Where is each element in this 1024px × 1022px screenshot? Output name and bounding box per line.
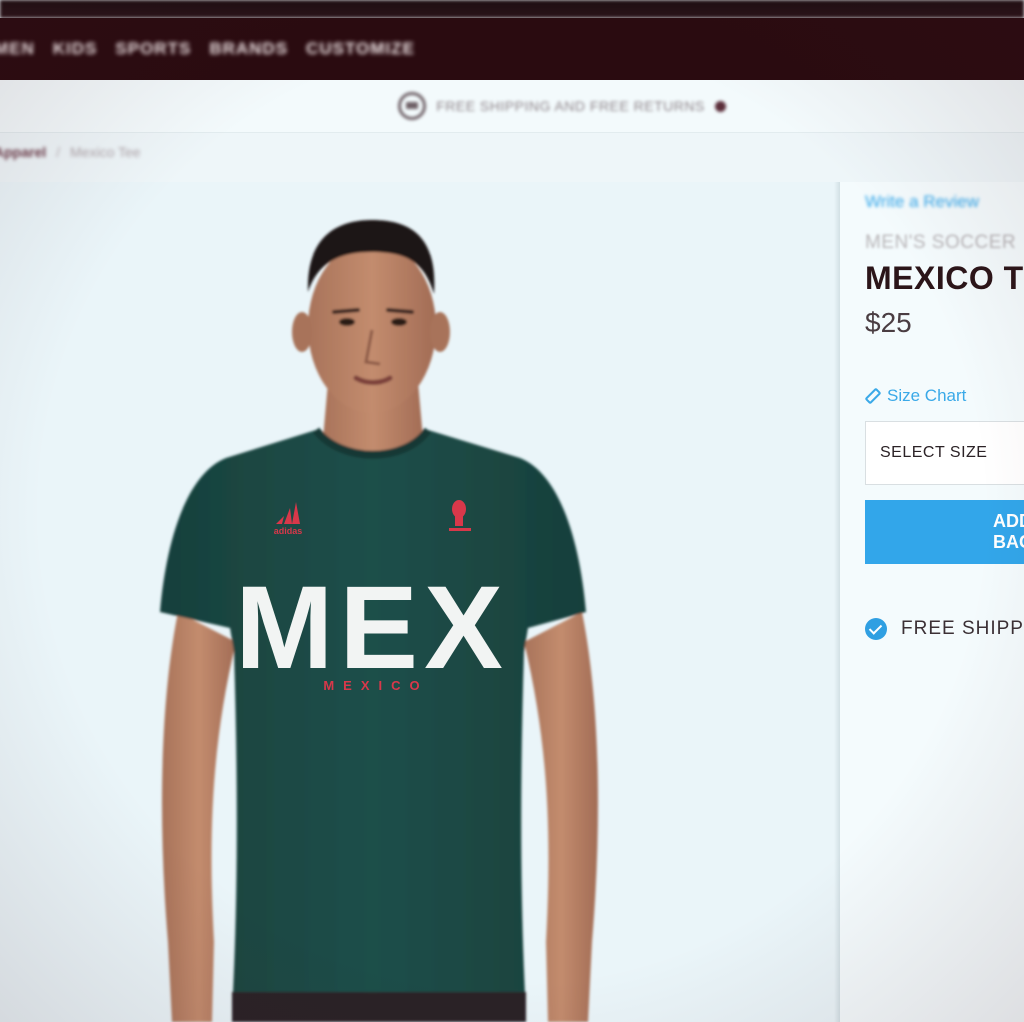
promo-banner: FREE SHIPPING AND FREE RETURNS: [0, 80, 1024, 133]
top-navigation: MEN KIDS SPORTS BRANDS CUSTOMIZE: [0, 18, 1024, 80]
size-chart-label: Size Chart: [887, 386, 967, 405]
free-shipping-note: FREE SHIPPING: [865, 618, 1024, 640]
product-photo: MEX MEXICO adidas: [160, 220, 598, 1022]
ruler-icon: [864, 387, 882, 405]
nav-item-brands[interactable]: BRANDS: [209, 39, 288, 59]
promo-text: FREE SHIPPING AND FREE RETURNS: [436, 98, 705, 114]
size-select-dropdown[interactable]: SELECT SIZE: [865, 421, 1024, 485]
breadcrumb-separator: /: [56, 144, 61, 160]
shipping-truck-icon: [398, 92, 427, 120]
nav-item-customize[interactable]: CUSTOMIZE: [306, 39, 415, 59]
nav-item-kids[interactable]: KIDS: [53, 39, 98, 59]
nav-menu: MEN KIDS SPORTS BRANDS CUSTOMIZE: [0, 39, 415, 59]
adidas-logo-text: adidas: [274, 526, 303, 536]
nav-item-sports[interactable]: SPORTS: [115, 39, 191, 59]
breadcrumb: Apparel / Mexico Tee: [0, 144, 141, 160]
checkmark-icon: [865, 618, 887, 640]
free-shipping-label: FREE SHIPPING: [901, 618, 1024, 639]
info-icon[interactable]: [714, 100, 726, 112]
product-info-panel: Write a Review MEN'S SOCCER MEXICO TEE $…: [840, 182, 1024, 1022]
product-image-area: MEX MEXICO adidas: [0, 182, 840, 1022]
breadcrumb-parent[interactable]: Apparel: [0, 144, 46, 160]
product-title: MEXICO TEE: [865, 260, 1024, 296]
product-price: $25: [865, 307, 912, 338]
nav-item-men[interactable]: MEN: [0, 39, 35, 59]
write-review-link[interactable]: Write a Review: [865, 192, 979, 212]
size-select-placeholder: SELECT SIZE: [880, 444, 988, 461]
size-chart-link[interactable]: Size Chart: [864, 386, 967, 406]
shirt-mexico-text: MEXICO: [323, 678, 428, 693]
shirt-mex-text: MEX: [235, 562, 509, 694]
add-to-bag-button[interactable]: ADD TO BAG: [865, 500, 1024, 564]
promo-content: FREE SHIPPING AND FREE RETURNS: [398, 92, 726, 120]
product-category: MEN'S SOCCER: [865, 232, 1017, 253]
browser-top-strip: [0, 0, 1024, 18]
breadcrumb-current: Mexico Tee: [70, 144, 141, 160]
